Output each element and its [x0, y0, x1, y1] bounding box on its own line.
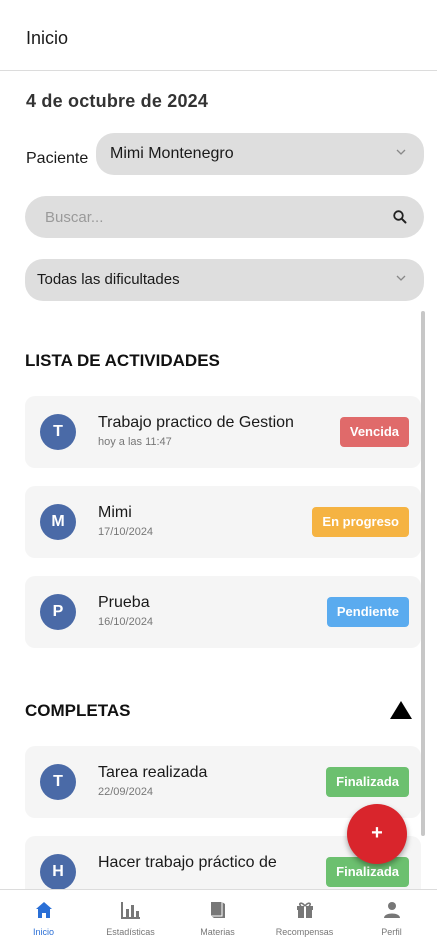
add-activity-button[interactable]: + — [347, 804, 407, 864]
nav-item-perfil[interactable]: Perfil — [348, 890, 435, 941]
avatar: P — [40, 594, 76, 630]
nav-label: Inicio — [32, 927, 54, 937]
collapse-triangle-icon[interactable] — [390, 701, 412, 719]
activity-card[interactable]: M Mimi 17/10/2024 En progreso — [25, 486, 421, 558]
nav-item-materias[interactable]: Materias — [174, 890, 261, 941]
chevron-down-icon — [396, 275, 406, 281]
status-badge: Vencida — [339, 417, 409, 447]
activities-section-title: LISTA DE ACTIVIDADES — [25, 351, 220, 370]
nav-label: Perfil — [381, 927, 402, 937]
avatar: H — [40, 854, 76, 889]
activity-title: Trabajo practico de Gestion — [98, 414, 294, 431]
user-icon — [383, 902, 400, 918]
bottom-navigation: Inicio Estadísticas Materias Recompensas… — [0, 889, 437, 941]
activity-title: Hacer trabajo práctico de — [98, 854, 277, 871]
gift-icon — [296, 902, 313, 918]
completed-section-title: COMPLETAS — [25, 701, 131, 720]
current-date: 4 de octubre de 2024 — [26, 91, 209, 111]
avatar: T — [40, 414, 76, 450]
activity-title: Tarea realizada — [98, 764, 208, 781]
activity-subtitle: hoy a las 11:47 — [98, 436, 172, 448]
activity-subtitle: 16/10/2024 — [98, 616, 154, 628]
activity-card[interactable]: P Prueba 16/10/2024 Pendiente — [25, 576, 421, 648]
patient-select-value: Mimi Montenegro — [110, 145, 234, 162]
patient-select[interactable]: Mimi Montenegro — [96, 133, 424, 175]
search-placeholder: Buscar... — [45, 209, 104, 226]
app-header: Inicio — [0, 0, 437, 71]
scrollbar[interactable] — [421, 311, 425, 836]
search-input[interactable]: Buscar... — [25, 196, 424, 238]
home-icon — [35, 902, 52, 918]
search-icon[interactable] — [392, 209, 408, 225]
activity-title: Prueba — [98, 594, 150, 611]
nav-label: Recompensas — [275, 927, 334, 937]
nav-label: Materias — [200, 927, 235, 937]
nav-item-estadisticas[interactable]: Estadísticas — [87, 890, 174, 941]
avatar: M — [40, 504, 76, 540]
nav-item-inicio[interactable]: Inicio — [0, 890, 87, 941]
difficulty-select[interactable]: Todas las dificultades — [25, 259, 424, 301]
page-title: Inicio — [26, 28, 69, 48]
nav-item-recompensas[interactable]: Recompensas — [261, 890, 348, 941]
difficulty-select-value: Todas las dificultades — [37, 271, 180, 288]
nav-label: Estadísticas — [106, 927, 155, 937]
status-badge: En progreso — [312, 507, 409, 537]
avatar: T — [40, 764, 76, 800]
stats-icon — [120, 902, 140, 919]
patient-label: Paciente — [26, 150, 89, 167]
activity-subtitle: 17/10/2024 — [98, 526, 154, 538]
activity-subtitle: 22/09/2024 — [98, 786, 154, 798]
activity-title: Mimi — [98, 504, 132, 521]
status-badge: Pendiente — [326, 597, 409, 627]
status-badge: Finalizada — [326, 767, 409, 797]
book-icon — [210, 902, 225, 918]
main-content[interactable]: 4 de octubre de 2024 Paciente Mimi Monte… — [0, 71, 437, 889]
activity-card[interactable]: T Trabajo practico de Gestion hoy a las … — [25, 396, 421, 468]
chevron-down-icon — [396, 149, 406, 155]
